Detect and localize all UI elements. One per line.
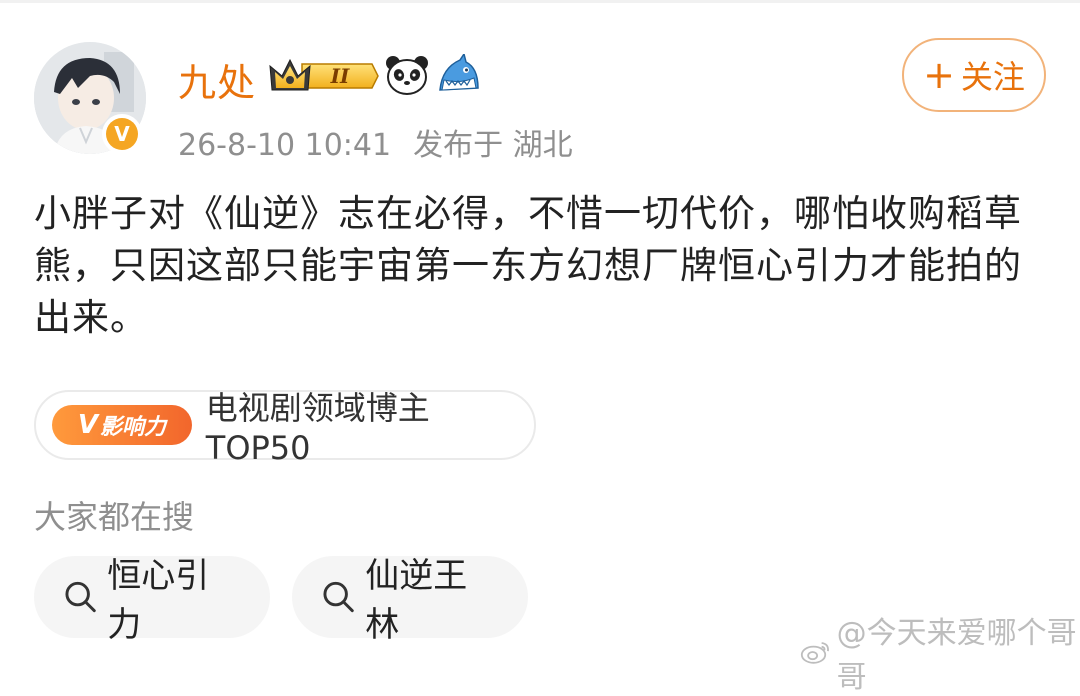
- influence-v-badge: V 影响力: [52, 405, 192, 445]
- post-location: 发布于 湖北: [413, 128, 573, 163]
- post-meta: 26-8-10 10:41 发布于 湖北: [178, 120, 595, 164]
- influence-badge-text: 影响力: [99, 415, 166, 440]
- verified-badge: V: [102, 114, 142, 154]
- verified-icon: V: [106, 118, 138, 150]
- weibo-icon: [800, 642, 829, 664]
- crown-icon[interactable]: II: [268, 56, 380, 96]
- plus-icon: +: [923, 53, 955, 97]
- v-letter: V: [77, 410, 98, 440]
- watermark: @今天来爱哪个哥哥: [800, 608, 1080, 696]
- influence-label: 电视剧领域博主TOP50: [205, 389, 430, 467]
- post-timestamp: 26-8-10 10:41: [178, 128, 392, 163]
- search-chip-label: 恒心引力: [107, 556, 210, 645]
- username[interactable]: 九处: [178, 52, 256, 107]
- trending-search-title: 大家都在搜: [34, 498, 195, 536]
- search-chip[interactable]: 仙逆王林: [292, 556, 528, 645]
- shark-icon[interactable]: [436, 54, 482, 96]
- level-badge-text: II: [330, 64, 350, 88]
- top-divider: [0, 0, 1080, 3]
- search-icon: [323, 581, 354, 613]
- search-chip[interactable]: 恒心引力: [34, 556, 270, 645]
- influence-badge[interactable]: V 影响力 电视剧领域博主TOP50: [34, 389, 536, 467]
- search-icon: [65, 581, 96, 613]
- follow-button[interactable]: + 关注: [902, 38, 1046, 112]
- follow-label: 关注: [960, 58, 1025, 96]
- watermark-text: @今天来爱哪个哥哥: [836, 616, 1077, 695]
- search-chip-label: 仙逆王林: [365, 556, 468, 645]
- panda-icon[interactable]: [384, 54, 430, 96]
- post-content: 小胖子对《仙逆》志在必得，不惜一切代价，哪怕收购稻草熊，只因这部只能宇宙第一东方…: [34, 192, 1022, 339]
